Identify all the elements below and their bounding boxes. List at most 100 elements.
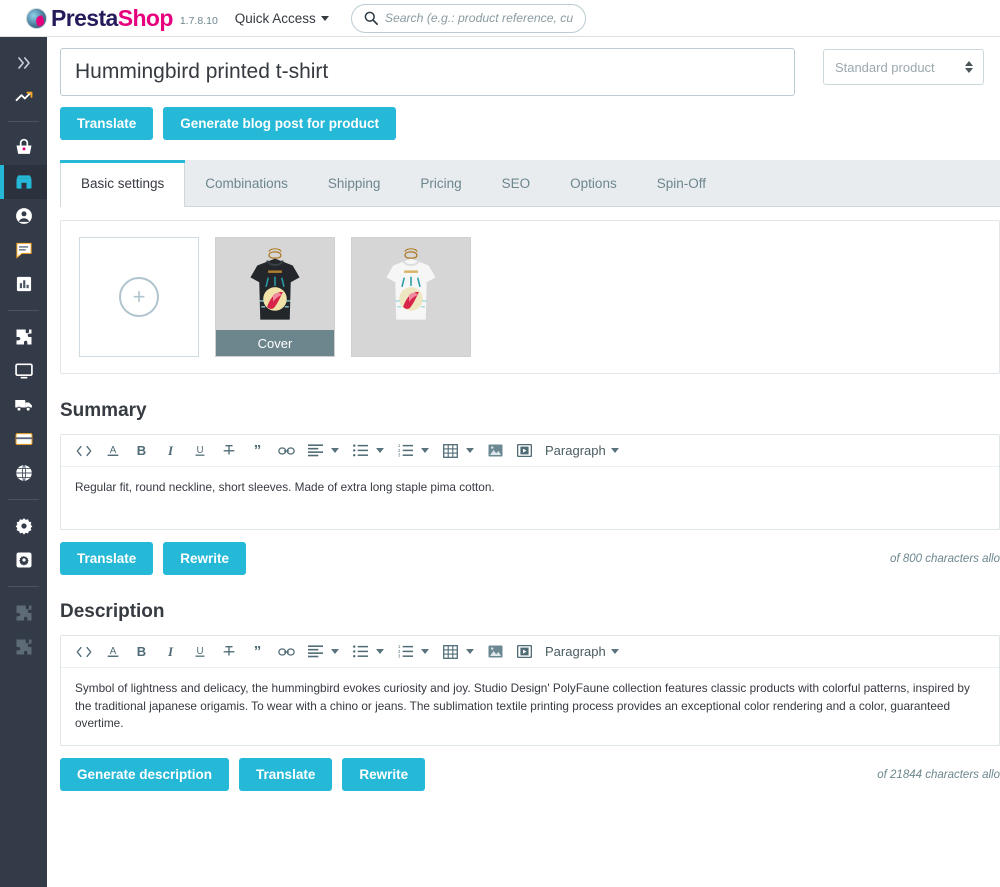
product-type-select[interactable]: Standard product [822, 49, 984, 85]
strikethrough-icon[interactable] [214, 637, 243, 667]
sidebar-item-design[interactable] [0, 354, 47, 388]
version-label: 1.7.8.10 [179, 15, 218, 27]
sidebar-item-module-extra-2[interactable] [0, 630, 47, 664]
sidebar-item-advanced-parameters[interactable] [0, 543, 47, 577]
sidebar-item-customer-service[interactable] [0, 233, 47, 267]
insert-image-icon[interactable] [481, 637, 510, 667]
tab-basic-settings[interactable]: Basic settings [60, 160, 186, 207]
rewrite-description-button[interactable]: Rewrite [342, 758, 426, 792]
sidebar-item-shop-parameters[interactable] [0, 509, 47, 543]
search-input[interactable] [384, 11, 573, 25]
sidebar-item-modules[interactable] [0, 320, 47, 354]
sidebar-item-stats[interactable] [0, 267, 47, 301]
numbered-list-dropdown-caret-icon[interactable] [421, 649, 429, 654]
blockquote-icon[interactable]: ” [243, 637, 272, 667]
link-icon[interactable] [272, 637, 301, 667]
table-dropdown-caret-icon[interactable] [466, 448, 474, 453]
align-dropdown-caret-icon[interactable] [331, 649, 339, 654]
sidebar-item-collapse-menu[interactable] [0, 46, 47, 79]
sidebar-item-dashboard[interactable] [0, 79, 47, 112]
numbered-list-icon[interactable]: 123 [391, 637, 420, 667]
sidebar-item-payment[interactable] [0, 422, 47, 456]
strikethrough-icon[interactable] [214, 436, 243, 466]
global-search[interactable] [350, 3, 586, 33]
rewrite-summary-button[interactable]: Rewrite [163, 542, 247, 575]
bullet-list-icon[interactable] [346, 637, 375, 667]
cover-badge: Cover [216, 330, 334, 356]
tab-seo[interactable]: SEO [482, 160, 551, 206]
table-dropdown-caret-icon[interactable] [466, 649, 474, 654]
quick-access-menu[interactable]: Quick Access [235, 11, 329, 26]
sidebar-item-international[interactable] [0, 456, 47, 490]
underline-icon[interactable]: U [185, 436, 214, 466]
paragraph-format-label: Paragraph [545, 644, 606, 659]
align-left-icon[interactable] [301, 637, 330, 667]
tab-shipping[interactable]: Shipping [308, 160, 401, 206]
tab-label: SEO [501, 175, 531, 191]
chevron-down-icon [610, 649, 619, 654]
italic-icon[interactable]: I [156, 637, 185, 667]
paragraph-format-dropdown[interactable]: Paragraph [539, 637, 625, 667]
underline-icon[interactable]: U [185, 637, 214, 667]
italic-icon[interactable]: I [156, 436, 185, 466]
translate-summary-button[interactable]: Translate [60, 542, 154, 575]
product-image-black-tshirt[interactable]: Cover [215, 237, 335, 357]
tab-label: Spin-Off [656, 175, 706, 191]
white-tshirt-image [352, 238, 470, 356]
add-image-tile[interactable]: + [79, 237, 199, 357]
svg-text:3: 3 [398, 453, 401, 457]
numbered-list-dropdown-caret-icon[interactable] [421, 448, 429, 453]
logo-text-shop: Shop [117, 4, 174, 31]
source-code-icon[interactable] [69, 436, 98, 466]
double-chevron-right-icon [17, 56, 30, 69]
bold-icon[interactable]: B [127, 436, 156, 466]
link-icon[interactable] [272, 436, 301, 466]
truck-icon [14, 400, 32, 412]
translate-description-button[interactable]: Translate [239, 758, 333, 792]
table-icon[interactable] [436, 436, 465, 466]
blockquote-icon[interactable]: ” [243, 436, 272, 466]
sidebar-item-catalog[interactable] [0, 165, 47, 199]
product-image-white-tshirt[interactable] [351, 237, 471, 357]
sidebar-divider [8, 586, 39, 587]
image-thumbnail-list: + Cover [79, 237, 981, 357]
numbered-list-icon[interactable]: 123 [391, 436, 420, 466]
svg-text:A: A [109, 444, 116, 455]
tab-spin-off[interactable]: Spin-Off [637, 160, 726, 206]
source-code-icon[interactable] [69, 637, 98, 667]
paragraph-format-dropdown[interactable]: Paragraph [539, 436, 625, 466]
description-character-count: of 21844 characters allo [877, 768, 1000, 781]
tab-pricing[interactable]: Pricing [400, 160, 481, 206]
table-icon[interactable] [436, 637, 465, 667]
chat-bubble-icon [15, 242, 32, 259]
insert-image-icon[interactable] [481, 436, 510, 466]
tab-label: Options [570, 175, 617, 191]
description-editor-body[interactable]: Symbol of lightness and delicacy, the hu… [61, 668, 999, 745]
insert-video-icon[interactable] [510, 436, 539, 466]
align-dropdown-caret-icon[interactable] [331, 448, 339, 453]
bullet-list-icon[interactable] [346, 436, 375, 466]
tab-combinations[interactable]: Combinations [185, 160, 308, 206]
sidebar-item-module-extra-1[interactable] [0, 596, 47, 630]
prestashop-logo[interactable]: PrestaShop 1.7.8.10 [26, 4, 218, 31]
generate-description-button[interactable]: Generate description [60, 758, 230, 792]
sidebar-item-customers[interactable] [0, 199, 47, 233]
text-color-icon[interactable]: A [98, 436, 127, 466]
insert-video-icon[interactable] [510, 637, 539, 667]
bullet-list-dropdown-caret-icon[interactable] [376, 649, 384, 654]
generate-blog-post-button[interactable]: Generate blog post for product [163, 107, 397, 140]
summary-editor-body[interactable]: Regular fit, round neckline, short sleev… [61, 467, 999, 529]
align-left-icon[interactable] [301, 436, 330, 466]
sidebar-item-shipping[interactable] [0, 388, 47, 422]
product-name-input[interactable] [60, 48, 795, 96]
plus-icon: + [119, 277, 159, 317]
bullet-list-dropdown-caret-icon[interactable] [376, 448, 384, 453]
tab-options[interactable]: Options [550, 160, 637, 206]
text-color-icon[interactable]: A [98, 637, 127, 667]
sidebar-item-orders[interactable] [0, 131, 47, 165]
trending-up-icon [15, 91, 32, 101]
main-content: Standard product Translate Generate blog… [47, 37, 1000, 887]
translate-title-button[interactable]: Translate [60, 107, 154, 140]
bold-icon[interactable]: B [127, 637, 156, 667]
quick-access-label: Quick Access [234, 10, 316, 26]
